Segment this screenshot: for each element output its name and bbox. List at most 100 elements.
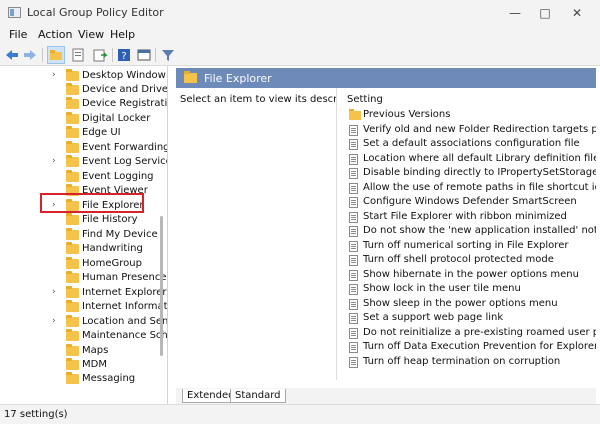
tree-item[interactable]: Internet Informati bbox=[0, 300, 167, 314]
properties-icon[interactable] bbox=[70, 47, 86, 63]
menu-view[interactable]: View bbox=[78, 28, 104, 41]
folder-icon bbox=[66, 257, 79, 269]
folder-icon bbox=[349, 109, 361, 120]
export-list-icon[interactable] bbox=[92, 47, 108, 63]
column-header-setting[interactable]: Setting bbox=[347, 94, 383, 105]
tree-item[interactable]: Handwriting bbox=[0, 242, 167, 256]
list-item[interactable]: Start File Explorer with ribbon minimize… bbox=[337, 211, 596, 225]
list-item[interactable]: Configure Windows Defender SmartScreen bbox=[337, 196, 596, 210]
policy-setting-icon bbox=[349, 139, 358, 150]
title-bar: Local Group Policy Editor — □ ✕ bbox=[0, 0, 600, 26]
list-item[interactable]: Previous Versions bbox=[337, 109, 596, 123]
list-item[interactable]: Location where all default Library defin… bbox=[337, 153, 596, 167]
list-item[interactable]: Turn off shell protocol protected mode bbox=[337, 254, 596, 268]
folder-icon bbox=[184, 71, 197, 83]
pane-title: File Explorer bbox=[204, 72, 272, 85]
toolbar-separator bbox=[155, 48, 156, 62]
list-item[interactable]: Disable binding directly to IPropertySet… bbox=[337, 167, 596, 181]
policy-setting-icon bbox=[349, 226, 358, 237]
list-item[interactable]: Do not show the 'new application install… bbox=[337, 225, 596, 239]
tree-item[interactable]: Event Logging bbox=[0, 170, 167, 184]
status-bar: 17 setting(s) bbox=[0, 404, 600, 424]
chevron-right-icon[interactable]: › bbox=[52, 287, 56, 297]
toolbar-separator bbox=[112, 48, 113, 62]
chevron-right-icon[interactable]: › bbox=[52, 156, 56, 166]
list-item[interactable]: Turn off numerical sorting in File Explo… bbox=[337, 240, 596, 254]
folder-icon bbox=[66, 300, 79, 312]
tree-item[interactable]: File History bbox=[0, 213, 167, 227]
app-icon bbox=[8, 7, 21, 18]
tree-item[interactable]: › Desktop Window bbox=[0, 69, 167, 83]
policy-setting-icon bbox=[349, 313, 358, 324]
folder-icon bbox=[66, 242, 79, 254]
policy-setting-icon bbox=[349, 241, 358, 252]
tree-item[interactable]: › Event Log Service bbox=[0, 155, 167, 169]
list-item[interactable]: Show hibernate in the power options menu bbox=[337, 269, 596, 283]
tree-item[interactable]: Digital Locker bbox=[0, 112, 167, 126]
tree-item[interactable]: Event Forwarding bbox=[0, 141, 167, 155]
status-text: 17 setting(s) bbox=[4, 409, 68, 420]
menu-action[interactable]: Action bbox=[38, 28, 72, 41]
folder-tree-icon[interactable] bbox=[48, 47, 64, 63]
settings-list: Setting Previous Versions Verify old and… bbox=[336, 88, 596, 380]
close-button[interactable]: ✕ bbox=[562, 2, 592, 24]
tree-item[interactable]: Human Presence bbox=[0, 271, 167, 285]
toolbar-separator bbox=[42, 48, 43, 62]
folder-icon bbox=[66, 213, 79, 225]
folder-icon bbox=[66, 286, 79, 298]
tree-item[interactable]: Edge UI bbox=[0, 126, 167, 140]
tree-item[interactable]: Device Registratio bbox=[0, 97, 167, 111]
policy-setting-icon bbox=[349, 197, 358, 208]
policy-setting-icon bbox=[349, 342, 358, 353]
tree-item[interactable]: Maps bbox=[0, 344, 167, 358]
tree-item[interactable]: Maintenance Sche bbox=[0, 329, 167, 343]
navigation-tree: › Desktop Window Device and Driver Device… bbox=[0, 66, 168, 404]
list-item[interactable]: Turn off Data Execution Prevention for E… bbox=[337, 341, 596, 355]
chevron-right-icon[interactable]: › bbox=[52, 70, 56, 80]
window-title: Local Group Policy Editor bbox=[27, 6, 164, 19]
folder-icon bbox=[66, 170, 79, 182]
highlight-box bbox=[40, 193, 144, 213]
folder-icon bbox=[66, 83, 79, 95]
tree-item[interactable]: › Internet Explorer bbox=[0, 286, 167, 300]
list-item[interactable]: Do not reinitialize a pre-existing roame… bbox=[337, 327, 596, 341]
folder-icon bbox=[66, 228, 79, 240]
tree-item[interactable]: MDM bbox=[0, 358, 167, 372]
policy-setting-icon bbox=[349, 299, 358, 310]
policy-setting-icon bbox=[349, 183, 358, 194]
policy-setting-icon bbox=[349, 212, 358, 223]
tree-item[interactable]: › Location and Sens bbox=[0, 315, 167, 329]
policy-setting-icon bbox=[349, 125, 358, 136]
policy-setting-icon bbox=[349, 154, 358, 165]
view-tabs: Extended Standard bbox=[176, 388, 596, 404]
minimize-button[interactable]: — bbox=[500, 2, 530, 24]
list-item[interactable]: Show lock in the user tile menu bbox=[337, 283, 596, 297]
list-item[interactable]: Verify old and new Folder Redirection ta… bbox=[337, 124, 596, 138]
menu-help[interactable]: Help bbox=[110, 28, 135, 41]
tree-item[interactable]: Find My Device bbox=[0, 228, 167, 242]
folder-icon bbox=[66, 271, 79, 283]
back-arrow-icon[interactable] bbox=[4, 47, 20, 63]
tab-standard[interactable]: Standard bbox=[230, 389, 286, 403]
help-icon[interactable]: ? bbox=[116, 47, 132, 63]
tree-item[interactable]: Device and Driver bbox=[0, 83, 167, 97]
chevron-right-icon[interactable]: › bbox=[52, 316, 56, 326]
filter-icon[interactable] bbox=[160, 47, 176, 63]
folder-icon bbox=[66, 69, 79, 81]
folder-icon bbox=[66, 315, 79, 327]
policy-setting-icon bbox=[349, 328, 358, 339]
forward-arrow-icon[interactable] bbox=[22, 47, 38, 63]
console-view-icon[interactable] bbox=[136, 47, 152, 63]
list-item[interactable]: Show sleep in the power options menu bbox=[337, 298, 596, 312]
policy-setting-icon bbox=[349, 270, 358, 281]
policy-setting-icon bbox=[349, 255, 358, 266]
tree-item[interactable]: HomeGroup bbox=[0, 257, 167, 271]
list-item[interactable]: Set a support web page link bbox=[337, 312, 596, 326]
tree-scrollbar[interactable] bbox=[160, 216, 163, 356]
list-item[interactable]: Set a default associations configuration… bbox=[337, 138, 596, 152]
maximize-button[interactable]: □ bbox=[530, 2, 560, 24]
list-item[interactable]: Turn off heap termination on corruption bbox=[337, 356, 596, 370]
list-item[interactable]: Allow the use of remote paths in file sh… bbox=[337, 182, 596, 196]
menu-file[interactable]: File bbox=[9, 28, 27, 41]
tree-item[interactable]: Messaging bbox=[0, 372, 167, 386]
